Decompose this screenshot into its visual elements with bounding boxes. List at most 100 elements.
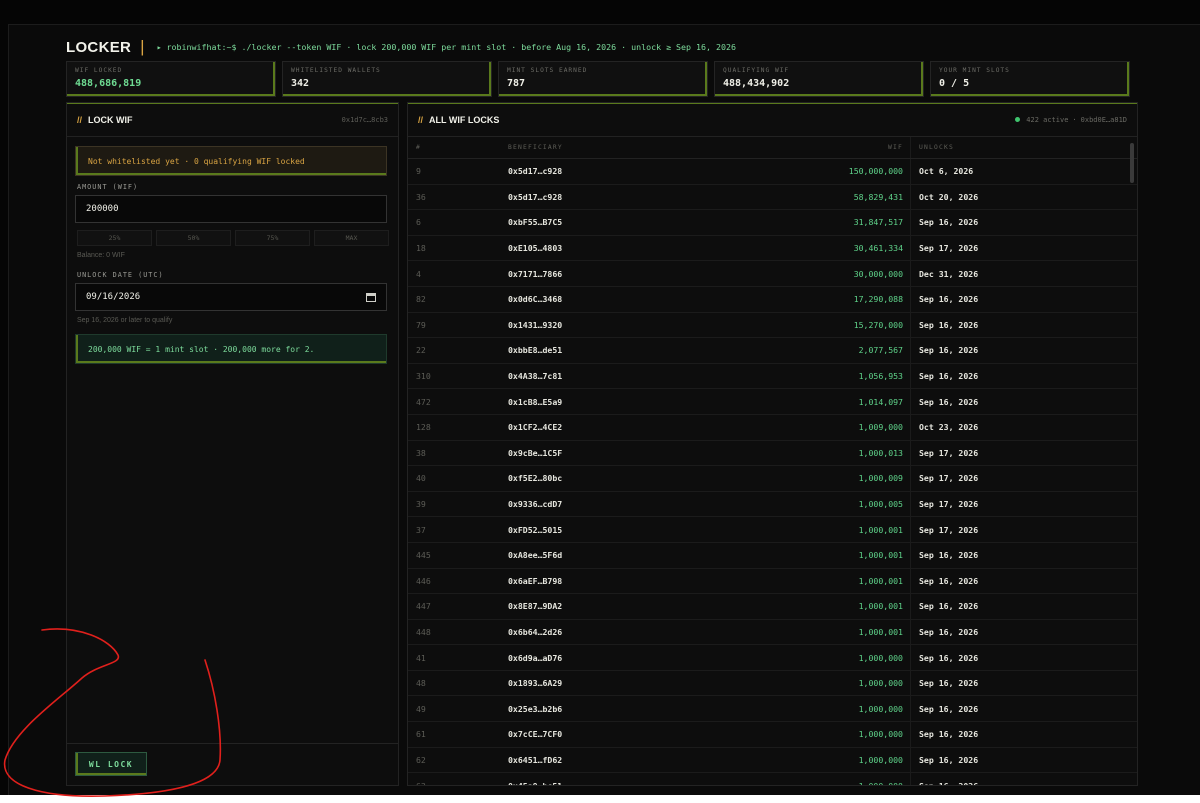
- row-beneficiary: 0x5d17…c928: [508, 191, 563, 202]
- mint-slot-info: 200,000 WIF = 1 mint slot · 200,000 more…: [75, 334, 387, 364]
- stat-wif-locked: WIF LOCKED 488,686,819: [66, 61, 276, 97]
- row-wif-amount: 1,000,013: [858, 447, 903, 458]
- row-unlock-date: Sep 16, 2026: [919, 626, 979, 637]
- table-row[interactable]: 38 0x9cBe…1C5F 1,000,013 Sep 17, 2026: [408, 440, 1137, 467]
- table-row[interactable]: 61 0x7cCE…7CF0 1,000,000 Sep 16, 2026: [408, 722, 1137, 748]
- amount-value: 200000: [86, 204, 119, 214]
- table-row[interactable]: 62 0x6451…fD62 1,000,000 Sep 16, 2026: [408, 747, 1137, 774]
- table-row[interactable]: 22 0xbbE8…de51 2,077,567 Sep 16, 2026: [408, 338, 1137, 364]
- row-beneficiary: 0x5d17…c928: [508, 166, 563, 177]
- row-unlock-date: Sep 17, 2026: [919, 243, 979, 254]
- row-wif-amount: 1,000,000: [858, 652, 903, 663]
- percent-25-button[interactable]: 25%: [77, 230, 152, 246]
- row-id: 37: [416, 524, 426, 535]
- stat-whitelisted-wallets: WHITELISTED WALLETS 342: [282, 61, 492, 97]
- row-id: 128: [416, 422, 431, 433]
- meta-separator: ·: [1072, 115, 1077, 124]
- table-row[interactable]: 472 0x1cB8…E5a9 1,014,097 Sep 16, 2026: [408, 389, 1137, 415]
- table-row[interactable]: 79 0x1431…9320 15,270,000 Sep 16, 2026: [408, 312, 1137, 339]
- row-id: 9: [416, 166, 421, 177]
- table-row[interactable]: 39 0x9336…cdD7 1,000,005 Sep 17, 2026: [408, 491, 1137, 518]
- table-row[interactable]: 63 0x45a8…bc51 1,000,000 Sep 16, 2026: [408, 773, 1137, 786]
- row-wif-amount: 150,000,000: [848, 166, 903, 177]
- row-beneficiary: 0x1431…9320: [508, 319, 563, 330]
- row-id: 6: [416, 217, 421, 228]
- percent-75-button[interactable]: 75%: [235, 230, 310, 246]
- table-row[interactable]: 36 0x5d17…c928 58,829,431 Oct 20, 2026: [408, 184, 1137, 211]
- row-id: 49: [416, 703, 426, 714]
- wallet-address[interactable]: 0x1d7c…8cb3: [342, 116, 388, 124]
- table-row[interactable]: 18 0xE105…4803 30,461,334 Sep 17, 2026: [408, 235, 1137, 262]
- row-unlock-date: Sep 17, 2026: [919, 524, 979, 535]
- stat-value: 0 / 5: [939, 78, 970, 89]
- row-wif-amount: 1,000,009: [858, 473, 903, 484]
- table-row[interactable]: 48 0x1893…6A29 1,000,000 Sep 16, 2026: [408, 670, 1137, 697]
- row-beneficiary: 0xf5E2…80bc: [508, 473, 563, 484]
- percent-max-button[interactable]: MAX: [314, 230, 389, 246]
- row-unlock-date: Oct 6, 2026: [919, 166, 974, 177]
- contract-address[interactable]: 0xbd0E…a81D: [1081, 116, 1127, 124]
- row-unlock-date: Sep 16, 2026: [919, 319, 979, 330]
- table-header: # BENEFICIARY WIF UNLOCKS: [408, 137, 1137, 159]
- row-wif-amount: 2,077,567: [858, 345, 903, 356]
- row-wif-amount: 1,056,953: [858, 371, 903, 382]
- stat-label: YOUR MINT SLOTS: [939, 67, 1010, 74]
- row-id: 448: [416, 626, 431, 637]
- row-beneficiary: 0x9336…cdD7: [508, 499, 563, 510]
- all-locks-panel: // ALL WIF LOCKS 422 active · 0xbd0E…a81D…: [407, 102, 1138, 786]
- row-wif-amount: 30,461,334: [853, 243, 903, 254]
- table-row[interactable]: 448 0x6b64…2d26 1,000,001 Sep 16, 2026: [408, 619, 1137, 646]
- amount-input[interactable]: 200000: [75, 195, 387, 223]
- row-unlock-date: Sep 16, 2026: [919, 754, 979, 765]
- table-row[interactable]: 128 0x1CF2…4CE2 1,009,000 Oct 23, 2026: [408, 414, 1137, 441]
- row-unlock-date: Sep 16, 2026: [919, 550, 979, 561]
- locks-meta: 422 active · 0xbd0E…a81D: [1015, 116, 1127, 124]
- row-id: 41: [416, 652, 426, 663]
- row-id: 445: [416, 550, 431, 561]
- row-unlock-date: Sep 16, 2026: [919, 780, 979, 786]
- table-scrollbar[interactable]: [1130, 143, 1134, 183]
- row-id: 36: [416, 191, 426, 202]
- unlock-hint: Sep 16, 2026 or later to qualify: [77, 317, 173, 324]
- row-unlock-date: Sep 17, 2026: [919, 473, 979, 484]
- unlock-date-input[interactable]: 09/16/2026: [75, 283, 387, 311]
- table-row[interactable]: 6 0xbF55…B7C5 31,847,517 Sep 16, 2026: [408, 210, 1137, 236]
- row-wif-amount: 30,000,000: [853, 268, 903, 279]
- stat-value: 342: [291, 78, 310, 89]
- title-slashes: //: [77, 114, 83, 125]
- row-wif-amount: 17,290,088: [853, 294, 903, 305]
- row-unlock-date: Sep 16, 2026: [919, 575, 979, 586]
- wl-lock-button[interactable]: WL LOCK: [75, 752, 147, 776]
- percent-50-button[interactable]: 50%: [156, 230, 231, 246]
- row-beneficiary: 0x6aEF…B798: [508, 575, 563, 586]
- table-row[interactable]: 4 0x7171…7866 30,000,000 Dec 31, 2026: [408, 261, 1137, 287]
- table-row[interactable]: 40 0xf5E2…80bc 1,000,009 Sep 17, 2026: [408, 466, 1137, 492]
- table-row[interactable]: 9 0x5d17…c928 150,000,000 Oct 6, 2026: [408, 159, 1137, 185]
- table-row[interactable]: 41 0x6d9a…aD76 1,000,000 Sep 16, 2026: [408, 645, 1137, 671]
- app-logo: LOCKER: [66, 38, 132, 56]
- table-row[interactable]: 445 0xA8ee…5F6d 1,000,001 Sep 16, 2026: [408, 542, 1137, 569]
- row-beneficiary: 0xbbE8…de51: [508, 345, 563, 356]
- table-row[interactable]: 49 0x25e3…b2b6 1,000,000 Sep 16, 2026: [408, 696, 1137, 723]
- row-wif-amount: 1,000,001: [858, 550, 903, 561]
- row-id: 48: [416, 678, 426, 689]
- stat-mint-slots-earned: MINT SLOTS EARNED 787: [498, 61, 708, 97]
- table-row[interactable]: 310 0x4A38…7c81 1,056,953 Sep 16, 2026: [408, 363, 1137, 390]
- percent-buttons: 25% 50% 75% MAX: [77, 230, 389, 246]
- col-wif: WIF: [888, 144, 903, 151]
- row-wif-amount: 58,829,431: [853, 191, 903, 202]
- table-row[interactable]: 82 0x0d6C…3468 17,290,088 Sep 16, 2026: [408, 286, 1137, 313]
- calendar-icon[interactable]: [366, 292, 376, 302]
- table-row[interactable]: 447 0x8E87…9DA2 1,000,001 Sep 16, 2026: [408, 594, 1137, 620]
- row-beneficiary: 0x6d9a…aD76: [508, 652, 563, 663]
- lock-panel-footer: WL LOCK: [67, 743, 398, 785]
- row-beneficiary: 0x6451…fD62: [508, 754, 563, 765]
- row-unlock-date: Dec 31, 2026: [919, 268, 979, 279]
- row-id: 63: [416, 780, 426, 786]
- table-row[interactable]: 37 0xFD52…5015 1,000,001 Sep 17, 2026: [408, 517, 1137, 543]
- row-beneficiary: 0xA8ee…5F6d: [508, 550, 563, 561]
- row-id: 62: [416, 754, 426, 765]
- row-wif-amount: 1,000,001: [858, 601, 903, 612]
- locks-table-body: 9 0x5d17…c928 150,000,000 Oct 6, 2026 36 0x5d…: [408, 159, 1137, 786]
- table-row[interactable]: 446 0x6aEF…B798 1,000,001 Sep 16, 2026: [408, 568, 1137, 595]
